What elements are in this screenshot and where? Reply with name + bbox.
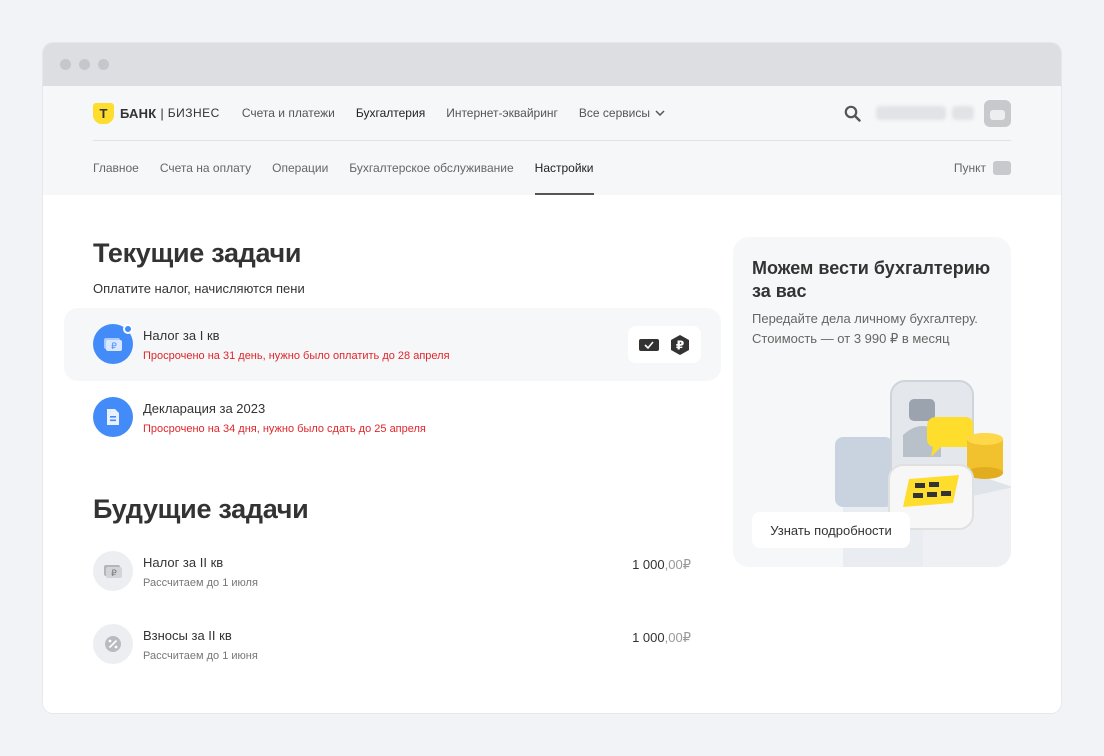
unread-badge xyxy=(123,324,133,334)
tax-icon: ₽ xyxy=(93,551,133,591)
task-amount: 1 000,00₽ xyxy=(632,557,691,572)
subnav-item-main[interactable]: Главное xyxy=(93,141,139,195)
payment-actions: ₽ xyxy=(628,326,701,363)
tax-icon: ₽ xyxy=(93,324,133,364)
task-status: Просрочено на 34 дня, нужно было сдать д… xyxy=(143,423,426,435)
window-zoom-dot[interactable] xyxy=(98,59,109,70)
promo-title: Можем вести бухгалтерию за вас xyxy=(752,258,991,301)
percent-icon xyxy=(93,624,133,664)
subnav-item-settings[interactable]: Настройки xyxy=(534,141,594,195)
brand-product: БИЗНЕС xyxy=(167,106,220,120)
task-item-tax-q1[interactable]: ₽ Налог за I кв Просрочено на 31 день, н… xyxy=(64,308,721,381)
window-titlebar xyxy=(43,43,1061,86)
subnav-item-invoices[interactable]: Счета на оплату xyxy=(160,141,251,195)
card-payment-icon[interactable] xyxy=(638,338,660,352)
task-status: Просрочено на 31 день, нужно было оплати… xyxy=(143,350,450,362)
subnav-item-accounting-service[interactable]: Бухгалтерское обслуживание xyxy=(349,141,513,195)
window-minimize-dot[interactable] xyxy=(79,59,90,70)
task-amount: 1 000,00₽ xyxy=(632,630,691,645)
subnav-item-operations[interactable]: Операции xyxy=(272,141,328,195)
topnav-item-accounts[interactable]: Счета и платежи xyxy=(242,106,335,120)
punkt-label: Пункт xyxy=(953,161,986,175)
task-item-declaration[interactable]: Декларация за 2023 Просрочено на 34 дня,… xyxy=(64,381,721,454)
task-status: Рассчитаем до 1 июля xyxy=(143,577,258,589)
search-button[interactable] xyxy=(842,103,862,123)
chevron-down-icon xyxy=(655,110,665,116)
brand-name: БАНК xyxy=(120,105,157,121)
task-title: Налог за II кв xyxy=(143,555,224,570)
top-navigation: Т БАНК | БИЗНЕС Счета и платежи Бухгалте… xyxy=(93,86,1011,141)
all-services-label: Все сервисы xyxy=(578,106,650,120)
browser-window: Т БАНК | БИЗНЕС Счета и платежи Бухгалте… xyxy=(43,43,1061,713)
topnav-item-acquiring[interactable]: Интернет-эквайринг xyxy=(446,106,558,120)
learn-more-button[interactable]: Узнать подробности xyxy=(752,512,910,548)
svg-text:₽: ₽ xyxy=(676,338,684,352)
user-avatar[interactable] xyxy=(984,99,1011,127)
punkt-button[interactable]: Пункт xyxy=(954,141,1011,195)
task-title: Налог за I кв xyxy=(143,328,220,343)
folder-icon xyxy=(993,161,1011,175)
document-icon xyxy=(93,397,133,437)
ruble-payment-icon[interactable]: ₽ xyxy=(669,334,691,356)
topnav-item-accounting[interactable]: Бухгалтерия xyxy=(356,106,425,120)
main-content: Текущие задачи Оплатите налог, начисляют… xyxy=(43,195,1061,713)
future-tasks-title: Будущие задачи xyxy=(93,494,309,524)
task-item-contributions-q2[interactable]: Взносы за II кв Рассчитаем до 1 июня 1 0… xyxy=(64,608,721,681)
task-item-tax-q2[interactable]: ₽ Налог за II кв Рассчитаем до 1 июля 1 … xyxy=(64,535,721,608)
all-services-dropdown[interactable]: Все сервисы xyxy=(579,106,665,120)
current-tasks-title: Текущие задачи xyxy=(93,238,302,268)
task-title: Взносы за II кв xyxy=(143,628,232,643)
window-close-dot[interactable] xyxy=(60,59,71,70)
brand-shield-icon: Т xyxy=(93,102,114,124)
user-name-blurred xyxy=(876,106,974,120)
promo-text: Передайте дела личному бухгалтеру. Стоим… xyxy=(752,311,978,346)
task-title: Декларация за 2023 xyxy=(143,401,266,416)
svg-text:₽: ₽ xyxy=(111,342,117,352)
brand-logo[interactable]: Т БАНК | БИЗНЕС xyxy=(93,102,220,124)
brand-separator: | xyxy=(160,105,164,121)
search-icon xyxy=(844,105,861,122)
svg-text:₽: ₽ xyxy=(111,569,117,579)
current-tasks-hint: Оплатите налог, начисляются пени xyxy=(93,281,305,296)
accounting-promo-card: Можем вести бухгалтерию за вас Передайте… xyxy=(733,237,1011,567)
task-status: Рассчитаем до 1 июня xyxy=(143,650,258,662)
